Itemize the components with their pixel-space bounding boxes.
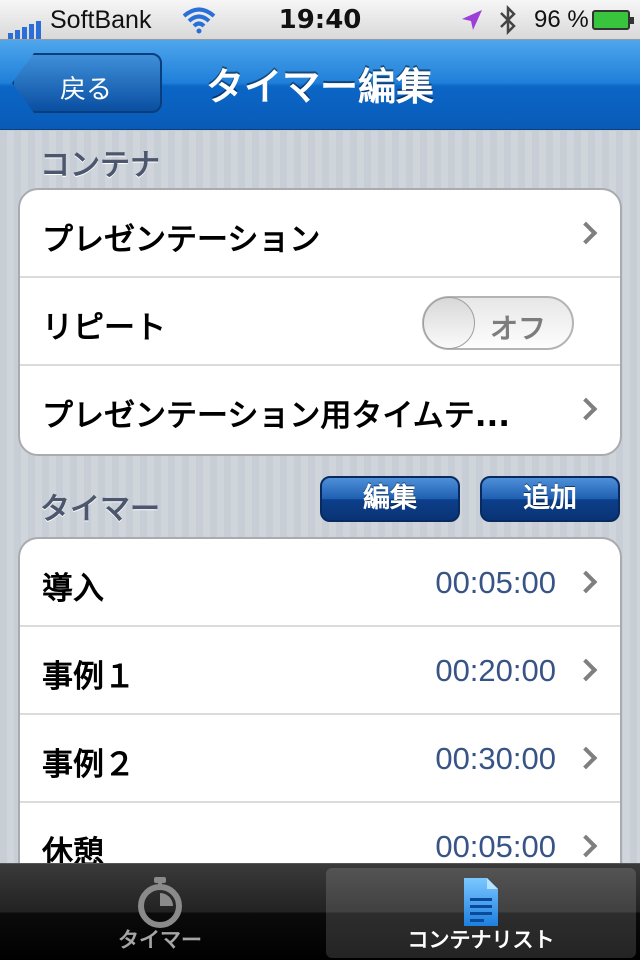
tab-timer[interactable]: タイマー	[4, 868, 316, 958]
repeat-toggle[interactable]: オフ	[422, 296, 574, 350]
tab-container-list-label: コンテナリスト	[407, 928, 555, 952]
repeat-label: リピート	[42, 310, 166, 346]
tab-container-list[interactable]: コンテナリスト	[326, 868, 636, 958]
navigation-bar: 戻る タイマー編集	[0, 40, 640, 130]
battery-percent: 96 %	[534, 6, 589, 33]
add-button[interactable]: 追加	[480, 476, 620, 522]
chevron-right-icon	[574, 397, 598, 421]
timer-row[interactable]: 導入 00:05:00	[20, 539, 620, 627]
chevron-right-icon	[574, 570, 598, 594]
timer-duration: 00:30:00	[435, 741, 556, 776]
chevron-right-icon	[574, 658, 598, 682]
chevron-right-icon	[574, 221, 598, 245]
toggle-state-label: オフ	[490, 312, 547, 345]
repeat-row: リピート オフ	[20, 278, 620, 366]
container-group: プレゼンテーション リピート オフ プレゼンテーション用タイムテ...	[18, 188, 622, 456]
status-bar: SoftBank 19:40 96 %	[0, 0, 640, 40]
presentation-label: プレゼンテーション	[42, 222, 321, 258]
presentation-row[interactable]: プレゼンテーション	[20, 190, 620, 278]
timer-row[interactable]: 事例２ 00:30:00	[20, 715, 620, 803]
bluetooth-icon	[498, 4, 518, 41]
timer-duration: 00:20:00	[435, 653, 556, 688]
timer-duration: 00:05:00	[435, 565, 556, 600]
chevron-right-icon	[574, 746, 598, 770]
toggle-knob	[423, 297, 475, 349]
timer-name: 事例２	[42, 747, 135, 783]
battery-icon	[592, 10, 634, 30]
timer-duration: 00:05:00	[435, 829, 556, 864]
tab-bar: タイマー コンテナリスト	[0, 863, 640, 960]
container-section-header: コンテナ	[40, 148, 160, 183]
timer-list: 導入 00:05:00 事例１ 00:20:00 事例２ 00:30:00 休憩…	[18, 537, 622, 877]
chevron-right-icon	[574, 834, 598, 858]
back-button-label: 戻る	[60, 75, 113, 105]
timer-name: 事例１	[42, 659, 135, 695]
location-icon	[460, 8, 484, 38]
edit-button[interactable]: 編集	[320, 476, 460, 522]
timer-row[interactable]: 事例１ 00:20:00	[20, 627, 620, 715]
back-button[interactable]: 戻る	[12, 53, 162, 113]
timer-section-header: タイマー	[40, 492, 160, 527]
tab-timer-label: タイマー	[118, 928, 202, 952]
page-title: タイマー編集	[205, 65, 434, 109]
timer-name: 導入	[42, 571, 104, 607]
time-template-row[interactable]: プレゼンテーション用タイムテ...	[20, 366, 620, 454]
time-template-label: プレゼンテーション用タイムテ...	[42, 398, 511, 434]
